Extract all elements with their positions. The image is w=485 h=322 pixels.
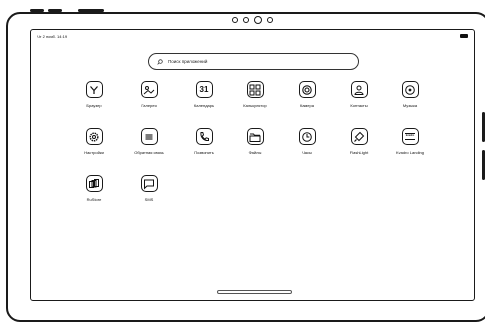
- hardware-button: [78, 9, 104, 12]
- app-label: Файлы: [248, 150, 262, 155]
- app-calendar[interactable]: 31 Календарь: [176, 81, 232, 108]
- feedback-icon: [140, 128, 158, 145]
- settings-icon: [85, 128, 103, 145]
- camera-sensors: [232, 16, 273, 24]
- app-clock[interactable]: Часы: [279, 128, 335, 155]
- app-contacts[interactable]: Контакты: [331, 81, 387, 108]
- kvadro-landing-icon: kvadro: [401, 128, 419, 145]
- app-label: Контакты: [350, 103, 368, 108]
- app-label: Браузер: [86, 103, 102, 108]
- app-label: Настройки: [84, 150, 104, 155]
- app-calculator[interactable]: Калькулятор: [227, 81, 283, 108]
- app-label: Обратная связь: [134, 150, 164, 155]
- music-icon: [401, 81, 419, 98]
- hardware-button: [48, 9, 62, 12]
- gallery-icon: [140, 81, 158, 98]
- hardware-button: [30, 9, 44, 12]
- browser-icon: [85, 81, 103, 98]
- calendar-icon: 31: [195, 81, 213, 98]
- app-camera[interactable]: Камера: [279, 81, 335, 108]
- home-gesture-bar[interactable]: [217, 290, 292, 294]
- files-icon: [246, 128, 264, 145]
- app-search-bar[interactable]: Поиск приложений: [148, 53, 359, 70]
- camera-icon: [298, 81, 316, 98]
- rustore-icon: [85, 175, 103, 192]
- contacts-icon: [350, 81, 368, 98]
- app-gallery[interactable]: Галерея: [121, 81, 177, 108]
- home-screen: Чт 2 нояб. 14:19 Поиск приложений Браузе…: [30, 29, 475, 301]
- app-label: FlashLight: [349, 150, 369, 155]
- battery-icon: [460, 34, 468, 38]
- app-flashlight[interactable]: FlashLight: [331, 128, 387, 155]
- sms-icon: [140, 175, 158, 192]
- app-kvadro-landing[interactable]: kvadro Kvadro Landing: [382, 128, 438, 155]
- app-files[interactable]: Файлы: [227, 128, 283, 155]
- clock-icon: [298, 128, 316, 145]
- status-time: Чт 2 нояб. 14:19: [37, 34, 68, 39]
- search-icon: [157, 58, 163, 65]
- app-settings[interactable]: Настройки: [66, 128, 122, 155]
- app-label: Калькулятор: [243, 103, 267, 108]
- search-placeholder: Поиск приложений: [168, 59, 208, 64]
- app-label: Kvadro Landing: [395, 150, 425, 155]
- app-feedback[interactable]: Обратная связь: [121, 128, 177, 155]
- phone-icon: [195, 128, 213, 145]
- flashlight-icon: [350, 128, 368, 145]
- calculator-icon: [246, 81, 264, 98]
- app-phone[interactable]: Позвонить: [176, 128, 232, 155]
- app-label: Часы: [302, 150, 312, 155]
- app-label: Галерея: [141, 103, 157, 108]
- app-browser[interactable]: Браузер: [66, 81, 122, 108]
- app-label: Музыка: [402, 103, 418, 108]
- app-label: Позвонить: [194, 150, 214, 155]
- app-rustore[interactable]: RuStore: [66, 175, 122, 202]
- app-label: SMS: [144, 197, 154, 202]
- app-label: RuStore: [86, 197, 102, 202]
- app-sms[interactable]: SMS: [121, 175, 177, 202]
- app-label: Календарь: [193, 103, 215, 108]
- app-music[interactable]: Музыка: [382, 81, 438, 108]
- app-label: Камера: [300, 103, 314, 108]
